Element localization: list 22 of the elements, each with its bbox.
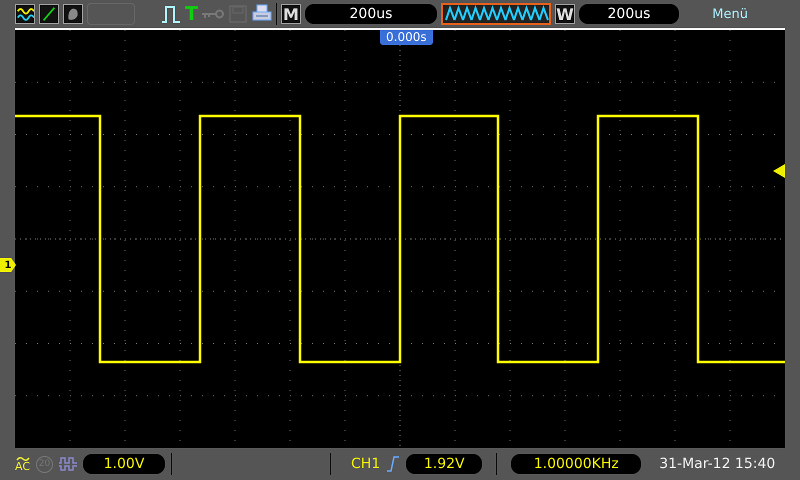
waveform-icon[interactable] — [15, 4, 35, 24]
trigger-position-label: 0.000s — [380, 30, 433, 45]
pulse-icon — [59, 456, 78, 472]
zoom-window-icon[interactable] — [440, 3, 551, 25]
main-timebase-readout: 200us — [304, 4, 437, 24]
datetime-label: 31-Mar-12 15:40 — [659, 456, 776, 472]
rising-edge-icon — [386, 456, 400, 472]
volts-per-div-readout: 1.00V — [83, 454, 166, 474]
window-timebase-label: W — [554, 4, 575, 24]
main-timebase-label: M — [280, 4, 301, 24]
trigger-level-marker — [773, 164, 785, 178]
trigger-level-readout: 1.92V — [406, 454, 482, 474]
frequency-readout: 1.00000KHz — [511, 454, 642, 474]
key-icon — [202, 9, 224, 19]
window-timebase-readout: 200us — [578, 4, 679, 24]
ac-wave-icon — [16, 456, 30, 462]
pulse-icon — [161, 4, 181, 24]
coupling-label: AC — [15, 462, 30, 472]
menu-button[interactable]: Menü — [712, 6, 748, 22]
channel-marker: 1 — [0, 258, 16, 272]
trigger-source-label: CH1 — [351, 456, 380, 472]
trigger-mode-label: T — [185, 4, 198, 24]
